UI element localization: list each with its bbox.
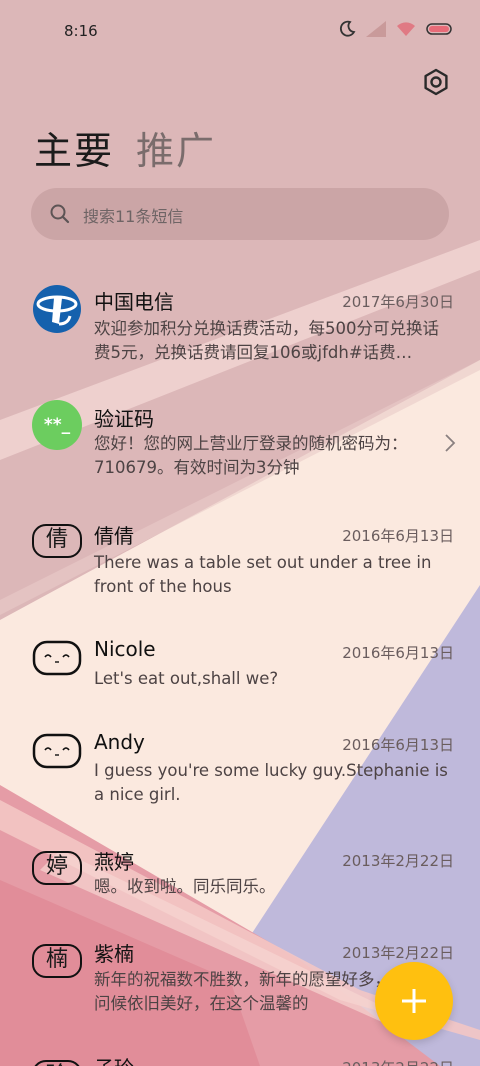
message-sender: 中国电信 [94, 290, 174, 314]
status-bar: 8:16 [0, 0, 480, 62]
search-placeholder: 搜索11条短信 [83, 207, 184, 226]
message-item[interactable]: 中国电信 2017年6月30日 欢迎参加积分兑换话费活动，每500分可兑换话费5… [0, 280, 480, 370]
avatar: 婷 [32, 851, 82, 885]
avatar-face-icon [32, 640, 82, 676]
message-item[interactable]: Nicole 2016年6月13日 Let's eat out,shall we… [0, 632, 480, 702]
message-sender: 紫楠 [94, 942, 134, 966]
avatar-face-icon [32, 733, 82, 769]
message-date: 2017年6月30日 [342, 293, 454, 311]
battery-icon [426, 23, 452, 35]
message-preview: Let's eat out,shall we? [94, 669, 279, 688]
message-sender: Andy [94, 730, 145, 754]
search-bar[interactable]: 搜索11条短信 [31, 188, 449, 240]
message-preview: There was a table set out under a tree i… [94, 553, 432, 596]
message-sender: 燕婷 [94, 850, 134, 874]
tab-main[interactable]: 主要 [34, 120, 114, 175]
message-date: 2013年2月22日 [342, 1057, 454, 1066]
message-preview: 您好！您的网上营业厅登录的随机密码为：710679。有效时间为3分钟 [94, 434, 408, 477]
message-date: 2016年6月13日 [342, 644, 454, 662]
message-sender: 子玲 [94, 1052, 134, 1066]
avatar: 玲 [32, 1060, 82, 1066]
search-icon [50, 204, 70, 224]
message-sender: Nicole [94, 637, 156, 661]
message-date: 2016年6月13日 [342, 527, 454, 545]
message-item[interactable]: **_ 验证码 您好！您的网上营业厅登录的随机密码为：710679。有效时间为3… [0, 398, 480, 488]
message-date: 2013年2月22日 [342, 944, 454, 962]
message-sender: 倩倩 [94, 524, 134, 548]
message-item[interactable]: 婷 燕婷 2013年2月22日 嗯。收到啦。同乐同乐。 [0, 841, 480, 911]
message-preview: 欢迎参加积分兑换话费活动，每500分可兑换话费5元，兑换话费请回复106或jfd… [94, 319, 439, 362]
message-sender: 验证码 [94, 407, 154, 431]
message-item[interactable]: 玲 子玲 2013年2月22日 [0, 1050, 480, 1066]
message-item[interactable]: Andy 2016年6月13日 I guess you're some luck… [0, 725, 480, 815]
compose-button[interactable] [375, 962, 453, 1040]
wifi-icon [397, 22, 415, 36]
avatar: 倩 [32, 524, 82, 558]
message-preview: 嗯。收到啦。同乐同乐。 [94, 877, 276, 896]
message-date: 2016年6月13日 [342, 736, 454, 754]
tab-promo[interactable]: 推广 [136, 120, 216, 175]
chevron-right-icon [445, 434, 456, 452]
avatar: 楠 [32, 944, 82, 978]
avatar: **_ [32, 400, 82, 450]
moon-icon [339, 20, 356, 37]
message-preview: I guess you're some lucky guy.Stephanie … [94, 761, 448, 804]
plus-icon [402, 989, 426, 1013]
cellular-signal-icon [366, 21, 386, 37]
category-tabs: 主要 推广 [34, 120, 216, 175]
china-telecom-logo-icon [33, 285, 81, 333]
settings-gear-icon[interactable] [420, 66, 452, 98]
status-time: 8:16 [64, 22, 98, 40]
message-date: 2013年2月22日 [342, 852, 454, 870]
message-item[interactable]: 倩 倩倩 2016年6月13日 There was a table set ou… [0, 514, 480, 604]
